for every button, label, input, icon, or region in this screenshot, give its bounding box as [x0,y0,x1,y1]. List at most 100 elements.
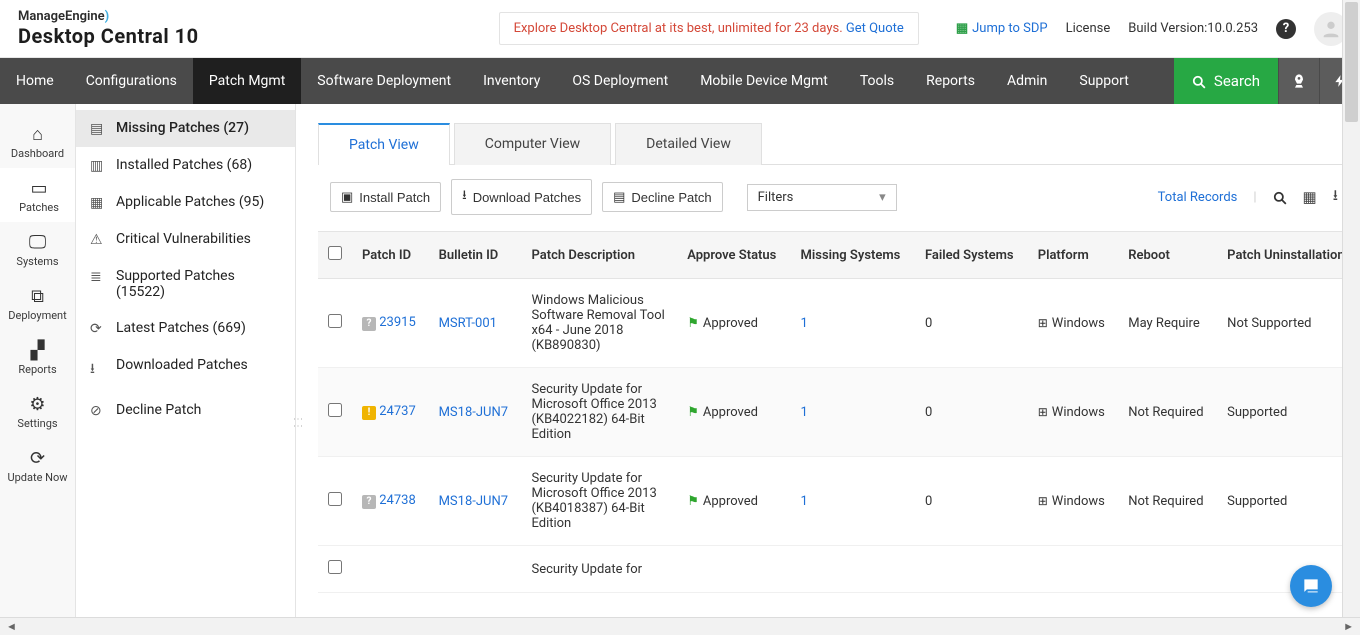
nav-os-deployment[interactable]: OS Deployment [556,58,684,104]
horizontal-scrollbar[interactable]: ◄► [0,617,1360,635]
nav-support[interactable]: Support [1063,58,1144,104]
reboot-status: Not Required [1118,368,1217,457]
tab-patch-view[interactable]: Patch View [318,123,450,165]
scroll-right-arrow[interactable]: ► [1343,620,1354,633]
search-button[interactable]: Search [1174,58,1278,104]
missing-systems-link[interactable]: 1 [801,494,808,509]
patch-id-link[interactable]: 24738 [379,493,416,508]
row-checkbox[interactable] [328,492,342,506]
main-content: Patch View Computer View Detailed View ▣… [296,104,1360,617]
decline-patch-button[interactable]: ▤Decline Patch [602,182,723,212]
download-icon: ⭳ [90,358,106,382]
tab-detailed-view[interactable]: Detailed View [615,123,762,165]
nav-mobile-device-mgmt[interactable]: Mobile Device Mgmt [684,58,844,104]
col-uninstall[interactable]: Patch Uninstallation [1217,232,1360,279]
rail-deployment[interactable]: ⧉Deployment [0,276,75,330]
col-patch-id[interactable]: Patch ID [352,232,429,279]
row-checkbox[interactable] [328,560,342,574]
jump-to-sdp-link[interactable]: ▦ Jump to SDP [956,21,1048,36]
side-downloaded-patches[interactable]: ⭳ Downloaded Patches [76,347,295,392]
flag-icon: ⚑ [687,405,699,420]
side-supported-patches[interactable]: ≣Supported Patches (15522) [76,258,295,310]
promo-cta-link[interactable]: Get Quote [846,21,904,36]
col-approve[interactable]: Approve Status [677,232,790,279]
chat-fab[interactable] [1290,565,1332,607]
rail-systems[interactable]: 🖵Systems [0,222,75,276]
side-applicable-patches[interactable]: ▦Applicable Patches (95) [76,184,295,221]
toolbar-right: Total Records | ▦ ⭳ [1158,185,1338,210]
nav-inventory[interactable]: Inventory [467,58,556,104]
search-label: Search [1214,72,1260,90]
home-icon: ⌂ [0,124,75,145]
side-latest-patches[interactable]: ⟳Latest Patches (669) [76,310,295,347]
missing-systems-link[interactable]: 1 [801,405,808,420]
nav-tools[interactable]: Tools [844,58,910,104]
row-checkbox[interactable] [328,314,342,328]
resize-handle[interactable]: ⋮⋮ [292,414,303,428]
export-icon[interactable]: ⭳ [1333,185,1338,210]
nav-software-deployment[interactable]: Software Deployment [301,58,467,104]
vertical-scrollbar[interactable] [1342,0,1360,617]
nav-rocket-button[interactable] [1279,58,1319,104]
col-platform[interactable]: Platform [1028,232,1119,279]
chart-icon: ▞ [0,340,75,361]
nav-patch-mgmt[interactable]: Patch Mgmt [193,58,301,104]
col-reboot[interactable]: Reboot [1118,232,1217,279]
left-rail: ⌂Dashboard ▭Patches 🖵Systems ⧉Deployment… [0,104,76,617]
side-installed-patches[interactable]: ▥Installed Patches (68) [76,147,295,184]
windows-icon: ⊞ [1038,405,1048,419]
nav-reports[interactable]: Reports [910,58,991,104]
rail-reports[interactable]: ▞Reports [0,330,75,384]
windows-icon: ⊞ [1038,316,1048,330]
row-checkbox[interactable] [328,403,342,417]
side-decline-patch[interactable]: ⊘Decline Patch [76,392,295,429]
nav-admin[interactable]: Admin [991,58,1063,104]
severity-icon: ? [362,317,376,331]
table-view-icon[interactable]: ▦ [1303,188,1317,206]
rail-patches[interactable]: ▭Patches [0,168,75,222]
side-missing-patches[interactable]: ▤Missing Patches (27) [76,110,295,147]
tab-computer-view[interactable]: Computer View [454,123,611,165]
rail-dashboard[interactable]: ⌂Dashboard [0,114,75,168]
nav-home[interactable]: Home [0,58,70,104]
col-missing[interactable]: Missing Systems [791,232,915,279]
reboot-status [1118,546,1217,593]
missing-systems-link[interactable]: 1 [801,316,808,331]
brand-bottom: Desktop Central 10 [18,25,199,47]
col-bulletin-id[interactable]: Bulletin ID [429,232,522,279]
rail-update-now[interactable]: ⟳Update Now [0,438,75,492]
table-row: Security Update for [318,546,1360,593]
side-missing-patches-label: Missing Patches (27) [116,120,249,136]
bulletin-link[interactable]: MSRT-001 [439,316,497,331]
col-description[interactable]: Patch Description [521,232,677,279]
download-patches-button[interactable]: ⭳Download Patches [451,179,592,215]
side-critical-vuln[interactable]: ⚠Critical Vulnerabilities [76,221,295,258]
install-patch-button[interactable]: ▣Install Patch [330,182,441,212]
build-version: Build Version:10.0.253 [1128,21,1258,36]
side-downloaded-patches-label: Downloaded Patches [116,357,248,373]
deployment-icon: ⧉ [0,286,75,307]
rail-settings-label: Settings [17,417,57,430]
help-icon[interactable]: ? [1276,19,1296,39]
rail-settings[interactable]: ⚙Settings [0,384,75,438]
uninstall-status [1217,546,1360,593]
main-nav: Home Configurations Patch Mgmt Software … [0,58,1360,104]
logo: ManageEngine) Desktop Central 10 [18,10,199,46]
bulletin-link[interactable]: MS18-JUN7 [439,405,508,420]
flag-icon: ⚑ [687,316,699,331]
col-failed[interactable]: Failed Systems [915,232,1028,279]
patch-description: Security Update for Microsoft Office 201… [521,368,677,457]
chevron-down-icon: ▾ [879,190,886,205]
total-records-link[interactable]: Total Records [1158,190,1238,205]
patch-id-link[interactable]: 24737 [379,404,416,419]
patch-description: Windows Malicious Software Removal Tool … [521,279,677,368]
scroll-left-arrow[interactable]: ◄ [6,620,17,633]
bulletin-link[interactable]: MS18-JUN7 [439,494,508,509]
brand-swoosh-icon: ) [105,9,110,24]
search-icon[interactable] [1273,188,1287,206]
patch-id-link[interactable]: 23915 [379,315,416,330]
license-link[interactable]: License [1066,21,1111,36]
nav-configurations[interactable]: Configurations [70,58,193,104]
filters-dropdown[interactable]: Filters▾ [747,184,897,211]
select-all-checkbox[interactable] [328,246,342,260]
